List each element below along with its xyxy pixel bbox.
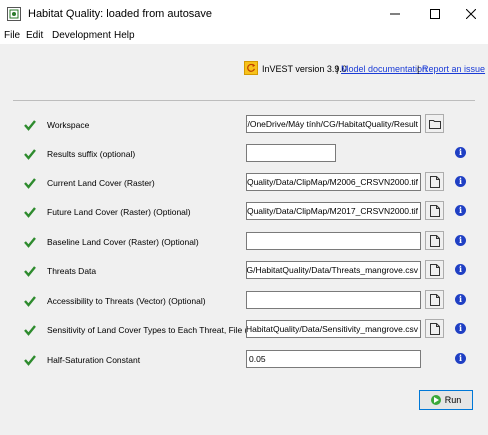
- input-value: HabitatQuality/Data/ClipMap/M2006_CRSVN2…: [246, 177, 418, 187]
- valid-check-icon: [24, 325, 36, 336]
- file-icon: [429, 234, 440, 247]
- report-issue-link[interactable]: Report an issue: [422, 64, 485, 74]
- form-row: Future Land Cover (Raster) (Optional) Hab…: [0, 201, 488, 222]
- valid-check-icon: [24, 149, 36, 160]
- valid-check-icon: [24, 296, 36, 307]
- field-label: Sensitivity of Land Cover Types to Each …: [47, 325, 268, 335]
- form-row: Workspace/MQT/OneDrive/Máy tính/CG/Habit…: [0, 114, 488, 135]
- field-label: Results suffix (optional): [47, 149, 136, 159]
- info-icon[interactable]: i: [455, 323, 466, 334]
- field-label: Accessibility to Threats (Vector) (Optio…: [47, 296, 206, 306]
- field-label: Baseline Land Cover (Raster) (Optional): [47, 237, 199, 247]
- close-button[interactable]: [456, 0, 486, 28]
- info-icon[interactable]: i: [455, 147, 466, 158]
- maximize-button[interactable]: [420, 0, 450, 28]
- file-icon: [429, 263, 440, 276]
- file-icon: [429, 175, 440, 188]
- menu-file[interactable]: File: [4, 30, 20, 41]
- valid-check-icon: [24, 178, 36, 189]
- browse-button[interactable]: [425, 172, 444, 191]
- run-icon: [430, 395, 441, 405]
- valid-check-icon: [24, 120, 36, 131]
- input-field[interactable]: [246, 232, 421, 250]
- minimize-icon: [390, 13, 400, 15]
- maximize-icon: [430, 9, 440, 19]
- field-label: Workspace: [47, 120, 90, 130]
- valid-check-icon: [24, 266, 36, 277]
- valid-check-icon: [24, 355, 36, 366]
- input-field[interactable]: [246, 144, 336, 162]
- form-row: Baseline Land Cover (Raster) (Optional) i: [0, 231, 488, 252]
- info-icon[interactable]: i: [455, 176, 466, 187]
- version-label: InVEST version 3.9.0: [262, 64, 347, 74]
- run-button-label: Run: [444, 395, 462, 405]
- field-label: Threats Data: [47, 266, 97, 276]
- model-documentation-link[interactable]: Model documentation: [341, 64, 427, 74]
- info-icon[interactable]: i: [455, 294, 466, 305]
- field-label: Half-Saturation Constant: [47, 355, 141, 365]
- form-row: Threats Data tính/CG/HabitatQuality/Data/…: [0, 260, 488, 281]
- field-label: Future Land Cover (Raster) (Optional): [47, 207, 191, 217]
- input-value: /CG/HabitatQuality/Data/Sensitivity_mang…: [246, 324, 418, 334]
- run-button[interactable]: Run: [419, 390, 473, 410]
- header-separator: |: [336, 64, 339, 74]
- info-icon[interactable]: i: [455, 235, 466, 246]
- browse-button[interactable]: [425, 201, 444, 220]
- file-icon: [429, 293, 440, 306]
- input-value: 0.05: [249, 354, 266, 364]
- file-icon: [429, 322, 440, 335]
- browse-button[interactable]: [425, 114, 444, 133]
- valid-check-icon: [24, 237, 36, 248]
- info-icon[interactable]: i: [455, 205, 466, 216]
- minimize-button[interactable]: [380, 0, 410, 28]
- input-field[interactable]: /MQT/OneDrive/Máy tính/CG/HabitatQuality…: [246, 115, 421, 133]
- valid-check-icon: [24, 207, 36, 218]
- input-value: tính/CG/HabitatQuality/Data/Threats_mang…: [246, 265, 418, 275]
- input-value: /MQT/OneDrive/Máy tính/CG/HabitatQuality…: [247, 119, 418, 129]
- divider: [13, 100, 475, 101]
- input-field[interactable]: tính/CG/HabitatQuality/Data/Threats_mang…: [246, 261, 421, 279]
- form-row: Current Land Cover (Raster) HabitatQualit…: [0, 172, 488, 193]
- window-title: Habitat Quality: loaded from autosave: [28, 8, 213, 20]
- menu-edit[interactable]: Edit: [26, 30, 43, 41]
- file-icon: [429, 204, 440, 217]
- main-panel: InVEST version 3.9.0 | Model documentati…: [0, 44, 488, 435]
- browse-button[interactable]: [425, 260, 444, 279]
- field-label: Current Land Cover (Raster): [47, 178, 155, 188]
- browse-button[interactable]: [425, 290, 444, 309]
- input-field[interactable]: [246, 291, 421, 309]
- form-row: Accessibility to Threats (Vector) (Optio…: [0, 290, 488, 311]
- browse-button[interactable]: [425, 231, 444, 250]
- title-bar: Habitat Quality: loaded from autosave: [0, 0, 488, 28]
- info-icon[interactable]: i: [455, 353, 466, 364]
- input-field[interactable]: /CG/HabitatQuality/Data/Sensitivity_mang…: [246, 320, 421, 338]
- menu-development[interactable]: Development: [52, 30, 111, 41]
- input-field[interactable]: 0.05: [246, 350, 421, 368]
- refresh-icon[interactable]: [244, 61, 258, 75]
- header-separator: |: [417, 64, 420, 74]
- browse-button[interactable]: [425, 319, 444, 338]
- input-field[interactable]: HabitatQuality/Data/ClipMap/M2006_CRSVN2…: [246, 173, 421, 191]
- form-row: Results suffix (optional) i: [0, 144, 488, 164]
- input-value: HabitatQuality/Data/ClipMap/M2017_CRSVN2…: [246, 206, 418, 216]
- info-icon[interactable]: i: [455, 264, 466, 275]
- close-icon: [466, 9, 476, 19]
- menu-help[interactable]: Help: [114, 30, 135, 41]
- input-field[interactable]: HabitatQuality/Data/ClipMap/M2017_CRSVN2…: [246, 202, 421, 220]
- form-row: Half-Saturation Constant 0.05 i: [0, 350, 488, 370]
- folder-icon: [428, 119, 441, 129]
- menu-bar: File Edit Development Help: [0, 28, 488, 44]
- form-row: Sensitivity of Land Cover Types to Each …: [0, 319, 488, 340]
- app-icon: [7, 7, 21, 21]
